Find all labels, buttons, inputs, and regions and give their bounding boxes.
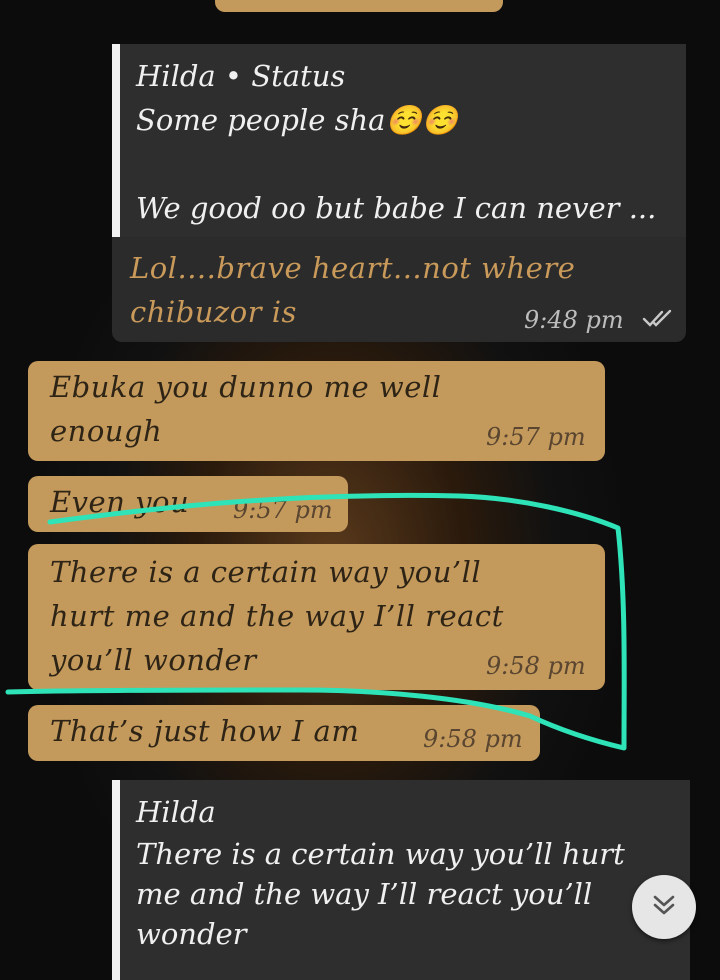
quote-author: Hilda <box>136 795 216 829</box>
incoming-message-bubble[interactable]: That’s just how I am 9:58 pm <box>28 705 540 761</box>
quoted-message[interactable]: Hilda There is a certain way you’ll hurt… <box>112 780 690 980</box>
chevron-down-icon <box>650 893 678 921</box>
incoming-message-bubble[interactable]: There is a certain way you’ll hurt me an… <box>28 544 605 690</box>
message-time: 9:58 pm <box>423 725 523 753</box>
quoted-status[interactable]: Hilda • Status Some people sha☺️☺️ We go… <box>112 44 686 237</box>
outgoing-reply-bubble[interactable]: Hilda There is a certain way you’ll hurt… <box>112 780 690 980</box>
message-time: 9:57 pm <box>233 496 333 524</box>
message-text: That’s just how I am <box>50 714 360 748</box>
scroll-down-button[interactable] <box>632 875 696 939</box>
incoming-message-bubble[interactable]: Ebuka you dunno me well enough 9:57 pm <box>28 361 605 461</box>
quote-text: Some people sha☺️☺️ We good oo but babe … <box>136 103 657 225</box>
message-text: There is a certain way you’ll hurt me an… <box>50 555 504 677</box>
chat-area[interactable]: Hilda • Status Some people sha☺️☺️ We go… <box>0 0 720 980</box>
message-text: Even you <box>50 485 190 519</box>
quote-text: There is a certain way you’ll hurt me an… <box>136 837 625 951</box>
partial-message-bubble[interactable] <box>215 0 503 12</box>
outgoing-reply-bubble[interactable]: Hilda • Status Some people sha☺️☺️ We go… <box>112 44 686 342</box>
message-time: 9:57 pm <box>486 423 586 451</box>
message-time: 9:58 pm <box>486 652 586 680</box>
double-check-icon <box>642 308 674 334</box>
message-text: Ebuka you dunno me well enough <box>50 370 442 448</box>
incoming-message-bubble[interactable]: Even you 9:57 pm <box>28 476 348 532</box>
message-time: 9:48 pm <box>524 306 624 334</box>
message-text: Lol....brave heart...not where chibuzor … <box>130 251 576 329</box>
quote-author: Hilda • Status <box>136 59 346 93</box>
